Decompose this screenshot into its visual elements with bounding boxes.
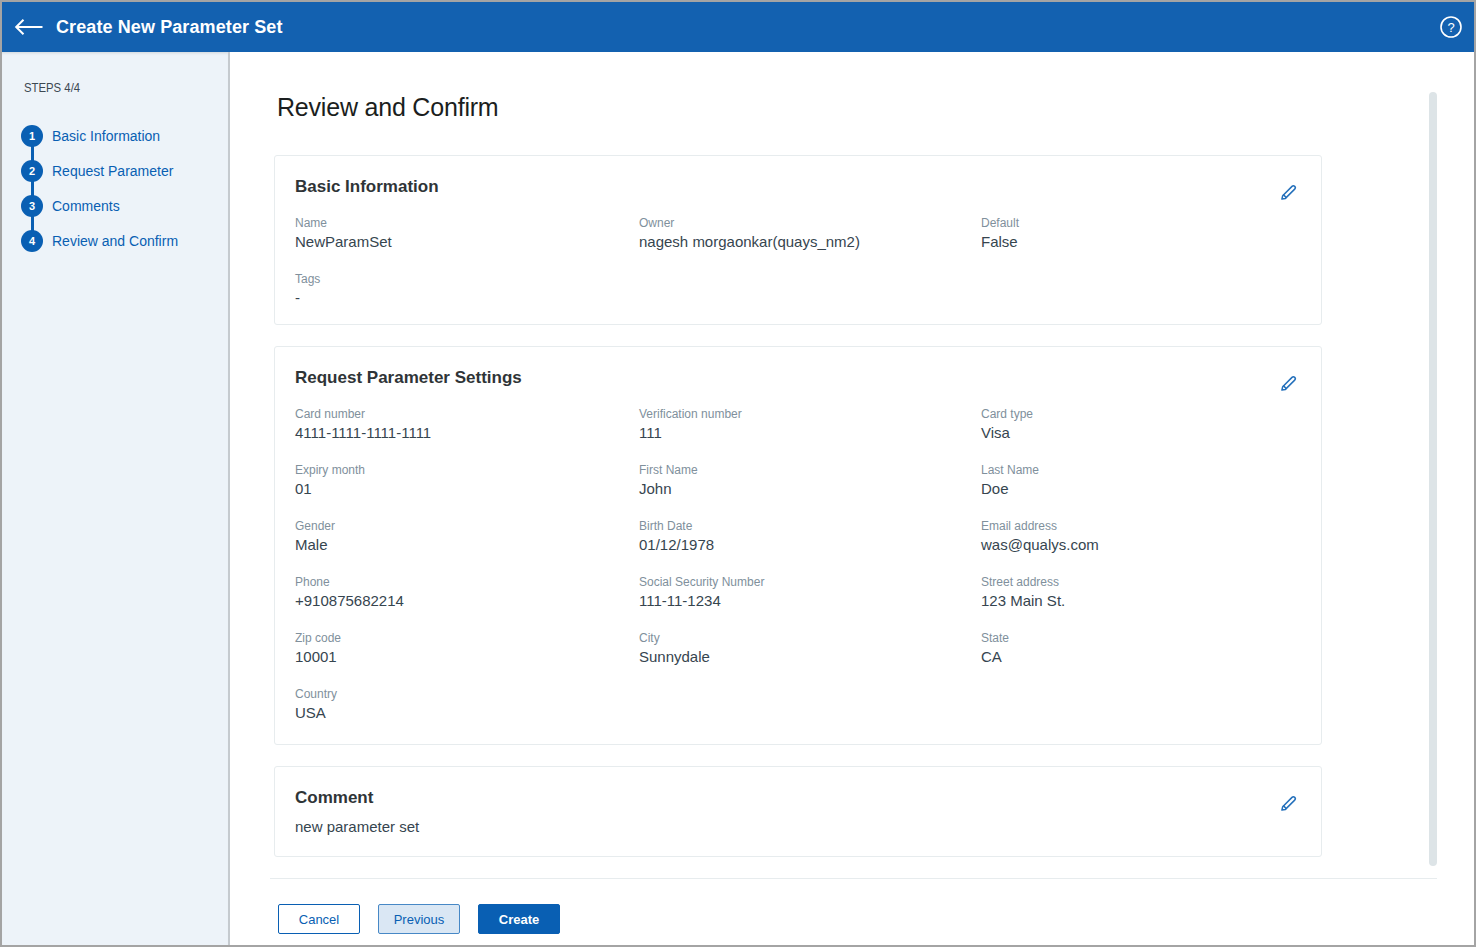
basic-information-title: Basic Information — [295, 176, 1301, 198]
edit-basic-information-icon[interactable] — [1279, 183, 1298, 202]
step-2-badge: 2 — [21, 160, 43, 182]
create-button[interactable]: Create — [478, 904, 560, 934]
content-heading: Review and Confirm — [277, 92, 1474, 123]
footer-buttons: Cancel Previous Create — [278, 904, 560, 934]
steps-counter: STEPS 4/4 — [24, 80, 195, 95]
field-zip-code: Zip code 10001 — [295, 631, 639, 666]
field-country: Country USA — [295, 687, 639, 722]
comment-card: Comment new parameter set — [274, 766, 1322, 857]
field-email-address: Email address was@qualys.com — [981, 519, 1301, 554]
field-card-number: Card number 4111-1111-1111-1111 — [295, 407, 639, 442]
field-state: State CA — [981, 631, 1301, 666]
step-basic-information[interactable]: 1 Basic Information — [21, 125, 228, 147]
footer-divider — [270, 878, 1437, 879]
help-icon[interactable]: ? — [1439, 15, 1463, 39]
field-social-security-number: Social Security Number 111-11-1234 — [639, 575, 981, 610]
field-card-type: Card type Visa — [981, 407, 1301, 442]
previous-button[interactable]: Previous — [378, 904, 460, 934]
field-gender: Gender Male — [295, 519, 639, 554]
request-parameter-title: Request Parameter Settings — [295, 367, 1301, 389]
edit-comment-icon[interactable] — [1279, 794, 1298, 813]
field-expiry-month: Expiry month 01 — [295, 463, 639, 498]
comment-text: new parameter set — [295, 817, 1301, 836]
step-request-parameter[interactable]: 2 Request Parameter — [21, 160, 228, 182]
step-4-badge: 4 — [21, 230, 43, 252]
back-arrow-icon[interactable] — [14, 18, 44, 36]
field-first-name: First Name John — [639, 463, 981, 498]
basic-information-card: Basic Information Name NewParamSet Owner… — [274, 155, 1322, 325]
field-city: City Sunnydale — [639, 631, 981, 666]
comment-title: Comment — [295, 787, 1301, 809]
main-content: Review and Confirm Basic Information Nam… — [230, 52, 1474, 945]
field-name: Name NewParamSet — [295, 216, 639, 251]
svg-text:?: ? — [1447, 20, 1454, 35]
steps-sidebar: STEPS 4/4 1 Basic Information 2 Request … — [2, 52, 230, 945]
vertical-scrollbar-thumb[interactable] — [1429, 92, 1437, 866]
top-header: Create New Parameter Set ? — [2, 2, 1474, 52]
cancel-button[interactable]: Cancel — [278, 904, 360, 934]
app-window: Create New Parameter Set ? STEPS 4/4 1 B… — [0, 0, 1476, 947]
step-1-badge: 1 — [21, 125, 43, 147]
request-parameter-card: Request Parameter Settings Card number 4… — [274, 346, 1322, 745]
field-street-address: Street address 123 Main St. — [981, 575, 1301, 610]
edit-request-parameter-icon[interactable] — [1279, 374, 1298, 393]
field-birth-date: Birth Date 01/12/1978 — [639, 519, 981, 554]
field-default: Default False — [981, 216, 1301, 251]
step-3-badge: 3 — [21, 195, 43, 217]
step-comments[interactable]: 3 Comments — [21, 195, 228, 217]
field-phone: Phone +910875682214 — [295, 575, 639, 610]
field-verification-number: Verification number 111 — [639, 407, 981, 442]
steps-list: 1 Basic Information 2 Request Parameter … — [21, 125, 228, 252]
step-review-confirm[interactable]: 4 Review and Confirm — [21, 230, 228, 252]
page-title: Create New Parameter Set — [56, 17, 283, 38]
field-tags: Tags - — [295, 272, 639, 307]
field-owner: Owner nagesh morgaonkar(quays_nm2) — [639, 216, 981, 251]
steps-connector-line — [31, 136, 34, 241]
field-last-name: Last Name Doe — [981, 463, 1301, 498]
